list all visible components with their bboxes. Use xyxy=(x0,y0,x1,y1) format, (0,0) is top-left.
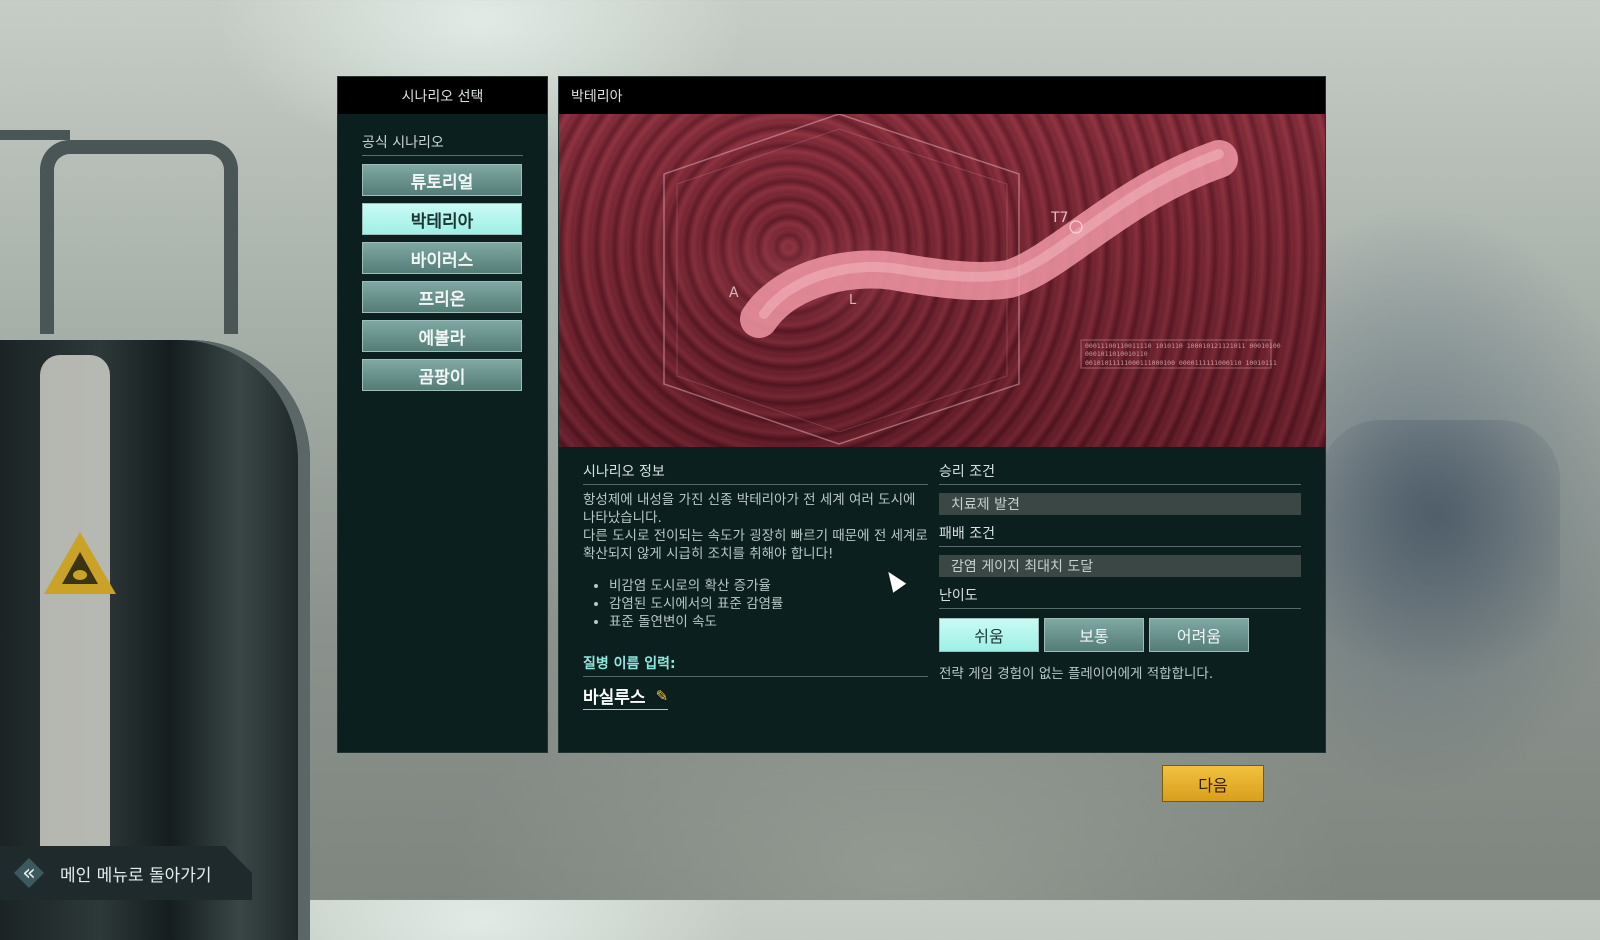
difficulty-button-normal[interactable]: 보통 xyxy=(1044,618,1144,652)
back-to-main-menu-button[interactable]: « 메인 메뉴로 돌아가기 xyxy=(0,846,252,900)
difficulty-button-easy[interactable]: 쉬움 xyxy=(939,618,1039,652)
scenario-select-panel: 시나리오 선택 공식 시나리오 튜토리얼 박테리아 바이러스 프리온 에볼라 곰… xyxy=(337,76,548,753)
difficulty-options: 쉬움 보통 어려움 xyxy=(939,618,1301,652)
disease-name-value: 바실루스 xyxy=(583,688,646,708)
illustration-overlay: A L T7 00011100110011110 1010110 1000101… xyxy=(663,114,1281,445)
data-readout-line-2: 0001011010010110 xyxy=(1085,350,1148,358)
scenario-button-prion[interactable]: 프리온 xyxy=(362,281,522,313)
official-scenarios-label: 공식 시나리오 xyxy=(362,132,523,156)
list-item: 비감염 도시로의 확산 증가율 xyxy=(609,577,928,595)
scenario-button-ebola[interactable]: 에볼라 xyxy=(362,320,522,352)
pencil-icon[interactable]: ✎ xyxy=(656,687,669,705)
data-readout-line-1: 00011100110011110 1010110 10001012112101… xyxy=(1085,342,1281,350)
list-item: 감염된 도시에서의 표준 감염률 xyxy=(609,595,928,613)
disease-name-label: 질병 이름 입력: xyxy=(583,653,928,677)
double-chevron-left-icon: « xyxy=(14,858,44,888)
scenario-select-title: 시나리오 선택 xyxy=(338,77,547,114)
scenario-button-bacteria[interactable]: 박테리아 xyxy=(362,203,522,235)
scenario-detail-panel: 박테리아 A L T7 00011100110011110 1010110 10… xyxy=(558,76,1326,753)
image-label-t7: T7 xyxy=(1050,210,1068,226)
next-button[interactable]: 다음 xyxy=(1162,765,1264,802)
list-item: 표준 돌연변이 속도 xyxy=(609,613,928,631)
background-right-shape xyxy=(1320,420,1560,740)
scenario-detail-title: 박테리아 xyxy=(559,77,1325,114)
image-label-a: A xyxy=(729,285,739,301)
image-label-l: L xyxy=(849,293,857,308)
scenario-list: 튜토리얼 박테리아 바이러스 프리온 에볼라 곰팡이 xyxy=(362,164,523,391)
difficulty-button-hard[interactable]: 어려움 xyxy=(1149,618,1249,652)
bacteria-illustration: A L T7 00011100110011110 1010110 1000101… xyxy=(559,114,1325,447)
difficulty-description: 전략 게임 경험이 없는 플레이어에게 적합합니다. xyxy=(939,666,1214,682)
disease-name-input[interactable]: 바실루스 ✎ xyxy=(583,683,669,710)
background-pipe-top xyxy=(0,130,70,140)
hazard-icon-dot xyxy=(73,570,87,580)
scenario-info-column: 시나리오 정보 항성제에 내성을 가진 신종 박테리아가 전 세계 여러 도시에… xyxy=(583,461,928,710)
background-tank-window xyxy=(40,355,110,900)
conditions-column: 승리 조건 치료제 발견 패배 조건 감염 게이지 최대치 도달 난이도 쉬움 … xyxy=(939,461,1301,682)
scenario-info-title: 시나리오 정보 xyxy=(583,461,928,485)
scenario-button-tutorial[interactable]: 튜토리얼 xyxy=(362,164,522,196)
scenario-traits-list: 비감염 도시로의 확산 증가율 감염된 도시에서의 표준 감염률 표준 돌연변이… xyxy=(583,577,928,631)
scenario-description-1: 항성제에 내성을 가진 신종 박테리아가 전 세계 여러 도시에 나타났습니다. xyxy=(583,492,916,526)
victory-condition-title: 승리 조건 xyxy=(939,461,1301,485)
difficulty-title: 난이도 xyxy=(939,585,1301,609)
scenario-button-fungus[interactable]: 곰팡이 xyxy=(362,359,522,391)
back-to-main-menu-label: 메인 메뉴로 돌아가기 xyxy=(60,865,212,886)
scenario-description-2: 다른 도시로 전이되는 속도가 굉장히 빠르기 때문에 전 세계로 확산되지 않… xyxy=(583,528,928,562)
background-pipe xyxy=(40,140,238,334)
victory-condition-value: 치료제 발견 xyxy=(939,493,1301,515)
defeat-condition-title: 패배 조건 xyxy=(939,523,1301,547)
defeat-condition-value: 감염 게이지 최대치 도달 xyxy=(939,555,1301,577)
data-readout-line-3: 00101011111000111000100 0000111111000110… xyxy=(1085,359,1277,367)
scenario-button-virus[interactable]: 바이러스 xyxy=(362,242,522,274)
